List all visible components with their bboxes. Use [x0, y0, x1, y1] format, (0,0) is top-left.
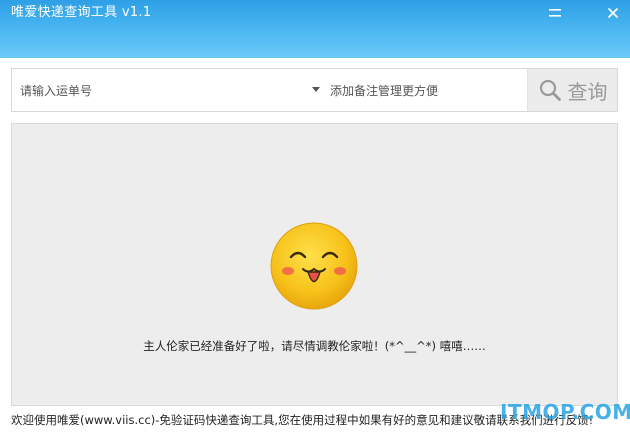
watermark-logo: ITMOP.COM: [500, 400, 630, 424]
search-bar: 查询: [11, 68, 618, 112]
smiley-face-icon: [270, 222, 358, 310]
search-icon: [539, 79, 561, 101]
remark-input[interactable]: [328, 75, 532, 107]
close-icon: [607, 7, 619, 19]
minimize-button[interactable]: [544, 3, 566, 23]
ready-message: 主人伦家已经准备好了啦，请尽情调教伦家啦！(*^__^*) 嘻嘻……: [143, 339, 486, 353]
window-title: 唯爱快递查询工具 v1.1: [11, 5, 152, 20]
query-button[interactable]: 查询: [527, 69, 617, 111]
dropdown-arrow-icon[interactable]: [312, 87, 320, 92]
result-panel: 主人伦家已经准备好了啦，请尽情调教伦家啦！(*^__^*) 嘻嘻……: [11, 123, 618, 406]
title-bar: 唯爱快递查询工具 v1.1: [0, 0, 630, 58]
query-button-label: 查询: [567, 79, 608, 104]
tracking-number-input[interactable]: [18, 75, 312, 107]
minimize-icon: [549, 9, 561, 17]
close-button[interactable]: [602, 3, 624, 23]
